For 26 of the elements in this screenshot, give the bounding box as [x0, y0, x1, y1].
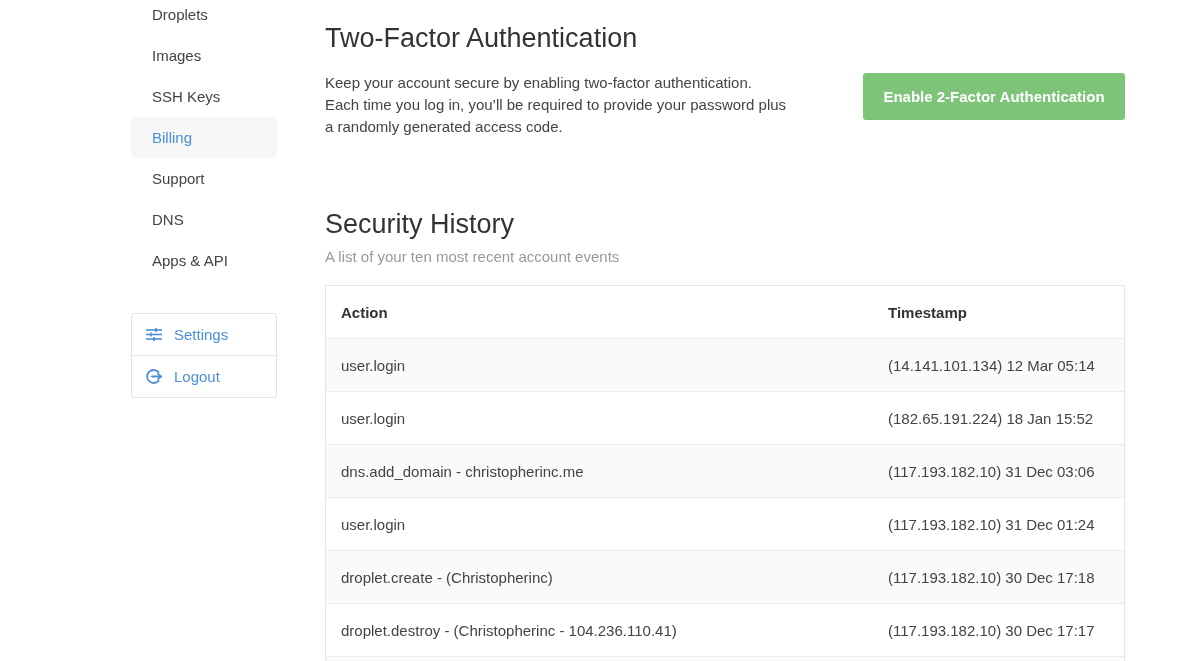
table-cell-text: (117.193.182.10) 31 Dec 03:06 — [887, 462, 1096, 480]
table-cell-text: (117.193.182.10) 31 Dec 01:24 — [887, 515, 1096, 533]
column-header: Timestamp — [887, 303, 968, 321]
sidebar-item[interactable]: Support — [131, 158, 277, 199]
table-cell-text: user.login — [340, 515, 407, 533]
table-cell-text: droplet.create - (Christopherinc) — [340, 568, 554, 586]
table-cell-text: (182.65.191.224) 18 Jan 15:52 — [887, 409, 1095, 427]
table-cell-text: user.login — [340, 409, 407, 427]
sidebar-item[interactable]: Images — [131, 35, 277, 76]
logout-icon — [146, 369, 162, 384]
sidebar-item[interactable]: Droplets — [131, 0, 277, 35]
table-cell-text: user.login — [340, 356, 407, 374]
section-subtitle: A list of your ten most recent account events — [325, 247, 621, 267]
description-text: Keep your account secure by enabling two-factor authentication. Each time you log in, you’ll be required to provide your password plus a randomly generated access code. — [325, 73, 788, 137]
sidebar-item[interactable]: Apps & API — [131, 240, 277, 281]
sidebar-item[interactable]: DNS — [131, 199, 277, 240]
table-cell-text: (117.193.182.10) 30 Dec 17:17 — [887, 621, 1096, 639]
table-cell-text: (14.141.101.134) 12 Mar 05:14 — [887, 356, 1096, 374]
table-cell-text: dns.add_domain - christopherinc.me — [340, 462, 585, 480]
column-header: Action — [340, 303, 389, 321]
sidebar-item[interactable]: SSH Keys — [131, 76, 277, 117]
section-title: Security History — [325, 208, 516, 240]
table-cell-text: droplet.destroy - (Christopherinc - 104.236.110.41) — [340, 621, 678, 639]
table-cell-text: (117.193.182.10) 30 Dec 17:18 — [887, 568, 1096, 586]
settings-icon — [146, 328, 162, 341]
section-title: Two-Factor Authentication — [325, 22, 639, 54]
